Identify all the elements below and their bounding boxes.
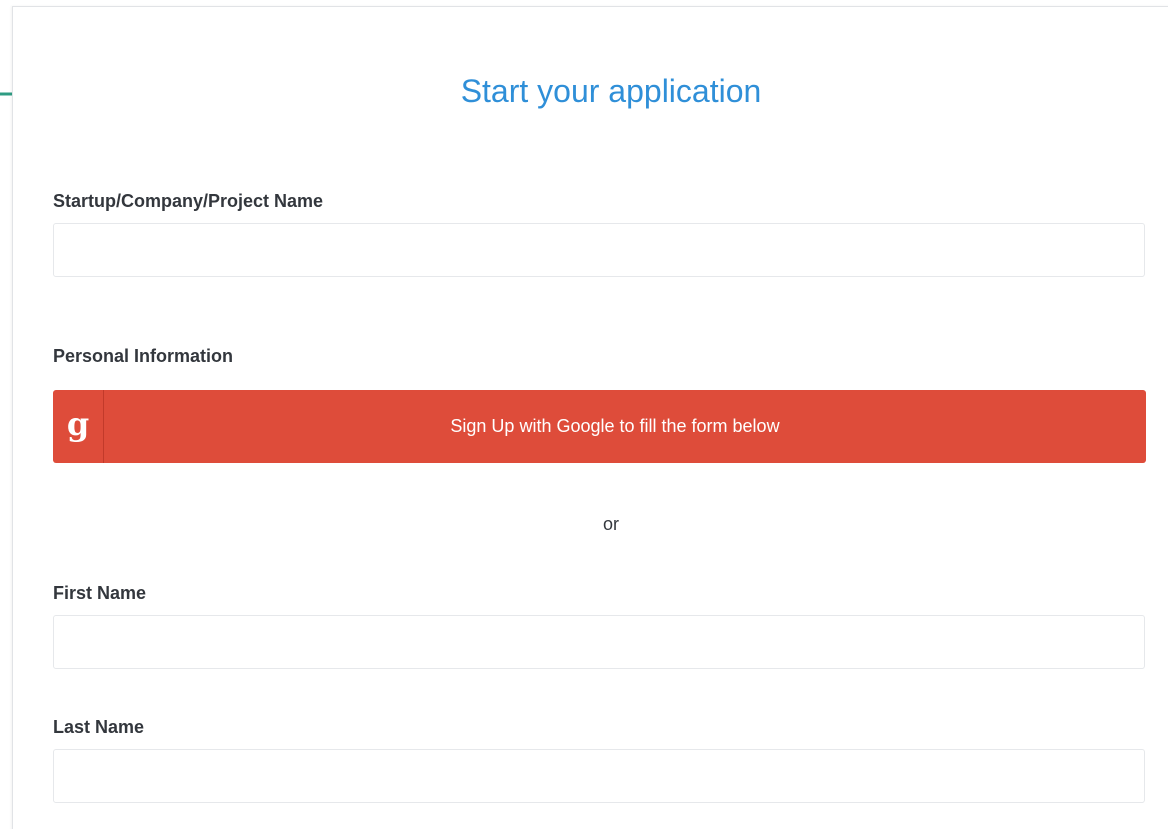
google-signup-button[interactable]: g Sign Up with Google to fill the form b… bbox=[53, 390, 1146, 463]
google-glyph: g bbox=[66, 404, 90, 443]
google-icon: g bbox=[53, 390, 104, 463]
google-signup-label: Sign Up with Google to fill the form bel… bbox=[450, 416, 780, 436]
company-name-input[interactable] bbox=[53, 223, 1145, 277]
page: Start your application Startup/Company/P… bbox=[0, 0, 1168, 829]
personal-info-heading: Personal Information bbox=[53, 346, 234, 366]
application-form-panel: Start your application Startup/Company/P… bbox=[12, 6, 1168, 829]
last-name-label: Last Name bbox=[53, 717, 145, 737]
first-name-input[interactable] bbox=[53, 615, 1145, 669]
last-name-input[interactable] bbox=[53, 749, 1145, 803]
or-divider-text: or bbox=[602, 514, 619, 534]
company-name-label: Startup/Company/Project Name bbox=[53, 191, 324, 211]
page-title: Start your application bbox=[460, 73, 762, 109]
first-name-label: First Name bbox=[53, 583, 147, 603]
